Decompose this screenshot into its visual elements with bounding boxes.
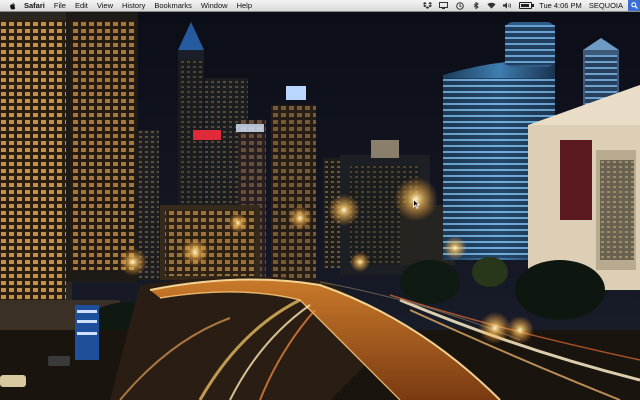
menu-history[interactable]: History <box>122 0 145 11</box>
battery-icon[interactable] <box>519 2 535 9</box>
bluetooth-icon[interactable] <box>471 1 480 9</box>
menu-file[interactable]: File <box>54 0 66 11</box>
menu-view[interactable]: View <box>97 0 113 11</box>
volume-icon[interactable] <box>503 2 512 9</box>
clock[interactable]: Tue 4:06 PM <box>539 0 582 11</box>
user-name[interactable]: SEQUOIA <box>589 0 623 11</box>
spotlight-icon[interactable] <box>628 0 640 11</box>
desktop-wallpaper <box>0 12 640 400</box>
dropbox-icon[interactable] <box>423 2 433 9</box>
menu-app-safari[interactable]: Safari <box>24 0 45 11</box>
display-icon[interactable] <box>439 2 449 9</box>
menu-edit[interactable]: Edit <box>75 0 88 11</box>
city-night-image <box>0 12 640 400</box>
menu-help[interactable]: Help <box>237 0 252 11</box>
menu-bar: Safari File Edit View History Bookmarks … <box>0 0 640 12</box>
status-area: Tue 4:06 PM SEQUOIA <box>423 0 640 11</box>
timemachine-icon[interactable] <box>455 1 464 10</box>
mouse-cursor-icon <box>413 196 421 214</box>
apple-menu-icon[interactable] <box>8 1 16 10</box>
wifi-icon[interactable] <box>487 2 496 9</box>
menu-window[interactable]: Window <box>201 0 228 11</box>
menu-bookmarks[interactable]: Bookmarks <box>154 0 192 11</box>
